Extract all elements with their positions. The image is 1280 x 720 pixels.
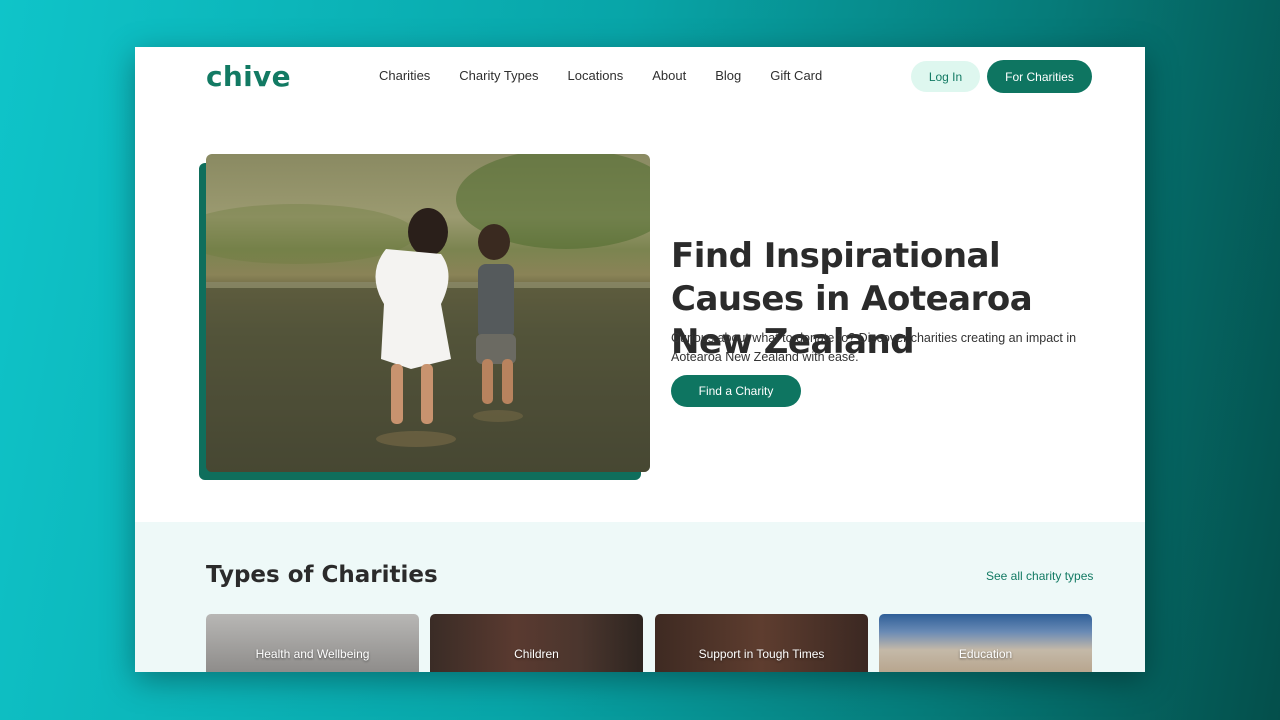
chive-logo[interactable]: chive: [206, 60, 291, 93]
nav-item-about[interactable]: About: [652, 68, 686, 83]
charity-type-card-education[interactable]: Education: [879, 614, 1092, 672]
nav-item-locations[interactable]: Locations: [568, 68, 624, 83]
nav-item-charities[interactable]: Charities: [379, 68, 430, 83]
charity-type-card-support[interactable]: Support in Tough Times: [655, 614, 868, 672]
charity-types-section: Types of Charities See all charity types…: [135, 522, 1145, 672]
charity-type-card-health[interactable]: Health and Wellbeing: [206, 614, 419, 672]
card-label: Children: [514, 647, 559, 661]
main-menu: Charities Charity Types Locations About …: [379, 68, 851, 83]
find-a-charity-button[interactable]: Find a Charity: [671, 375, 801, 407]
top-navigation: chive Charities Charity Types Locations …: [135, 47, 1145, 107]
for-charities-button[interactable]: For Charities: [987, 60, 1092, 93]
hero-photo-illustration: [206, 154, 650, 472]
section-title: Types of Charities: [206, 562, 438, 588]
nav-item-gift-card[interactable]: Gift Card: [770, 68, 822, 83]
nav-item-charity-types[interactable]: Charity Types: [459, 68, 538, 83]
browser-page: chive Charities Charity Types Locations …: [135, 47, 1145, 672]
login-button[interactable]: Log In: [911, 61, 980, 92]
card-label: Health and Wellbeing: [255, 647, 370, 661]
hero-image: [206, 154, 650, 472]
charity-type-card-children[interactable]: Children: [430, 614, 643, 672]
card-label: Education: [958, 647, 1013, 661]
see-all-types-link[interactable]: See all charity types: [986, 569, 1093, 583]
nav-item-blog[interactable]: Blog: [715, 68, 741, 83]
card-label: Support in Tough Times: [698, 647, 825, 661]
hero-subtitle: Curious about what to donate to? Discove…: [671, 331, 1077, 364]
